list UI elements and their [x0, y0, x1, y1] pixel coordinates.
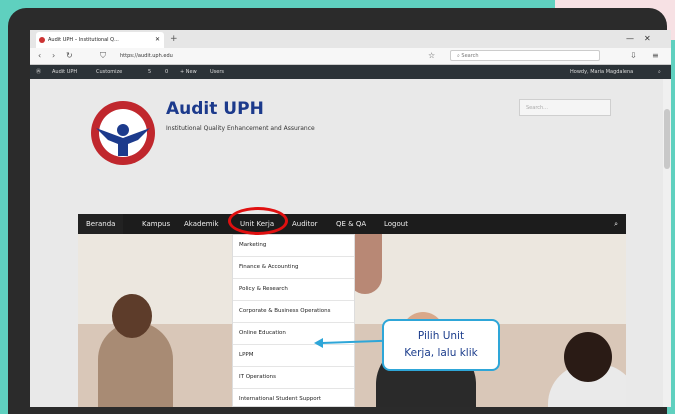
highlight-circle [228, 207, 288, 235]
dropdown-item-it-operations[interactable]: IT Operations [233, 367, 354, 389]
tab-bar: Audit UPH – Institutional Q... ✕ + — ✕ [30, 30, 671, 48]
bookmark-star-icon[interactable]: ☆ [428, 49, 435, 63]
web-page: Audit UPH Institutional Quality Enhancem… [30, 79, 663, 407]
hero-person [564, 332, 612, 382]
nav-akademik[interactable]: Akademik [184, 214, 219, 234]
admin-updates-count[interactable]: 5 [148, 65, 151, 79]
admin-greeting[interactable]: Howdy, Maria Magdalena [570, 65, 633, 79]
forward-icon[interactable]: › [52, 49, 55, 63]
extensions-icon[interactable]: ⇩ [630, 49, 637, 63]
callout-arrow-head [314, 338, 323, 348]
wordpress-icon[interactable]: Ⓦ [36, 65, 41, 79]
dropdown-item-international-student-support[interactable]: International Student Support [233, 389, 354, 407]
nav-logout[interactable]: Logout [384, 214, 408, 234]
dropdown-item-policy-research[interactable]: Policy & Research [233, 279, 354, 301]
browser-toolbar: ‹ › ↻ ⛉ https://audit.uph.edu ☆ ⌕ Search… [30, 48, 671, 65]
nav-kampus[interactable]: Kampus [142, 214, 170, 234]
close-window-button[interactable]: ✕ [644, 32, 651, 46]
admin-customize-link[interactable]: Customize [96, 65, 122, 79]
admin-new-link[interactable]: + New [180, 65, 197, 79]
site-title[interactable]: Audit UPH [166, 99, 264, 119]
site-search-input[interactable]: Search... [519, 99, 611, 116]
new-tab-button[interactable]: + [170, 32, 178, 46]
admin-site-link[interactable]: Audit UPH [52, 65, 77, 79]
minimize-button[interactable]: — [626, 32, 634, 46]
page-scrollbar[interactable] [663, 79, 671, 407]
unit-kerja-dropdown: Marketing Finance & Accounting Policy & … [232, 234, 355, 407]
screen: Audit UPH – Institutional Q... ✕ + — ✕ ‹… [30, 30, 671, 407]
admin-search-icon[interactable]: ⌕ [658, 65, 661, 79]
laptop-frame: Audit UPH – Institutional Q... ✕ + — ✕ ‹… [8, 8, 671, 414]
callout-text-line1: Pilih Unit [417, 330, 465, 342]
callout-text-line2: Kerja, lalu klik [404, 347, 478, 359]
shield-icon[interactable]: ⛉ [100, 49, 106, 63]
browser-search-input[interactable]: ⌕ Search [450, 50, 600, 61]
dropdown-item-corporate-business-ops[interactable]: Corporate & Business Operations [233, 301, 354, 323]
back-icon[interactable]: ‹ [38, 49, 41, 63]
nav-beranda[interactable]: Beranda [78, 214, 124, 234]
dropdown-item-marketing[interactable]: Marketing [233, 235, 354, 257]
close-tab-icon[interactable]: ✕ [155, 32, 160, 48]
address-bar[interactable]: https://audit.uph.edu [120, 51, 173, 61]
admin-comments-count[interactable]: 0 [165, 65, 168, 79]
instruction-callout: Pilih Unit Kerja, lalu klik [382, 319, 500, 371]
favicon-icon [39, 37, 45, 43]
hero-person [112, 294, 152, 338]
dropdown-item-lppm[interactable]: LPPM [233, 345, 354, 367]
uph-logo [91, 101, 155, 165]
nav-search-icon[interactable]: ⌕ [614, 214, 618, 234]
menu-icon[interactable]: ≡ [652, 49, 659, 63]
nav-auditor[interactable]: Auditor [292, 214, 318, 234]
tab-title: Audit UPH – Institutional Q... [48, 37, 119, 43]
browser-tab[interactable]: Audit UPH – Institutional Q... ✕ [36, 32, 164, 48]
dropdown-item-finance-accounting[interactable]: Finance & Accounting [233, 257, 354, 279]
wp-admin-bar: Ⓦ Audit UPH Customize 5 0 + New Users Ho… [30, 65, 671, 79]
admin-users-link[interactable]: Users [210, 65, 224, 79]
nav-qe-qa[interactable]: QE & QA [336, 214, 366, 234]
main-navigation: Beranda Kampus Akademik Unit Kerja Audit… [78, 214, 626, 234]
reload-icon[interactable]: ↻ [66, 49, 73, 63]
site-tagline: Institutional Quality Enhancement and As… [166, 125, 315, 132]
scrollbar-thumb[interactable] [664, 109, 670, 169]
